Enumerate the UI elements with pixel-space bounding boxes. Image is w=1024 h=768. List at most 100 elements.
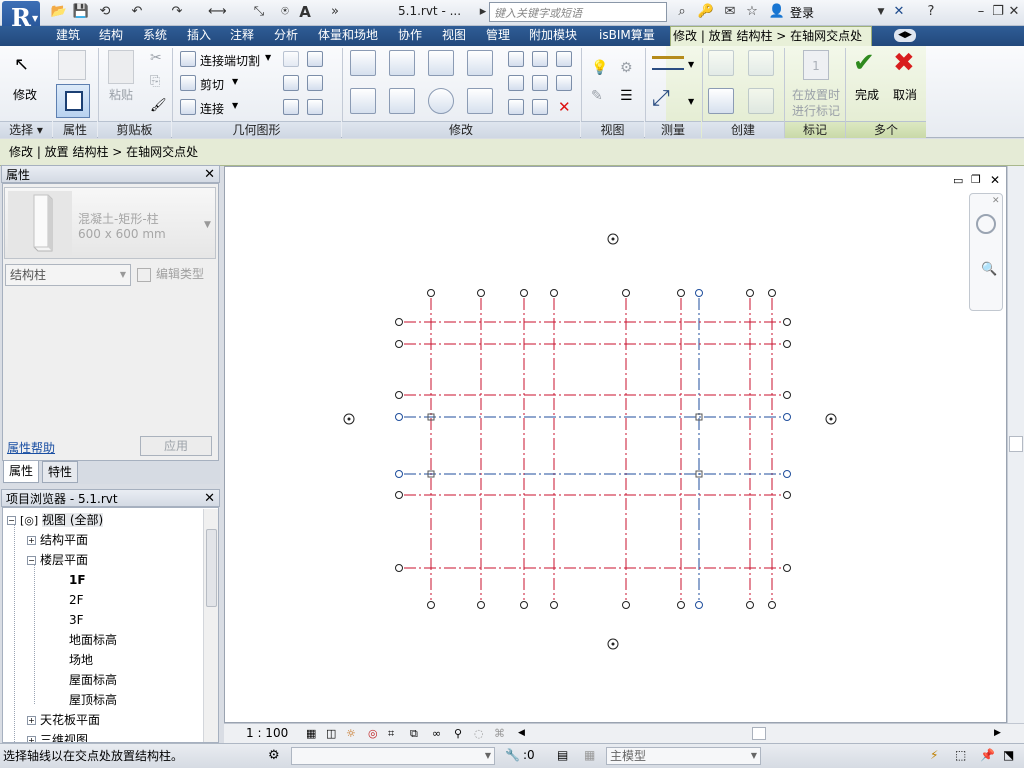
tree-item-2f[interactable]: 2F (69, 590, 84, 610)
worksets-icon[interactable]: ⚙ (268, 748, 280, 763)
navbar-close-icon[interactable]: ✕ (992, 196, 1000, 206)
collapse-icon[interactable]: − (27, 556, 36, 565)
grid-bubble[interactable] (746, 601, 754, 609)
measure-dropdown-icon[interactable]: ▼ (688, 60, 694, 69)
elevation-marker-dot[interactable] (347, 417, 351, 421)
view-close-icon[interactable]: ✕ (990, 173, 1000, 187)
create-parts-icon[interactable] (708, 88, 734, 114)
cut-button[interactable]: 剪切 (200, 76, 224, 93)
grid-bubble[interactable] (395, 491, 403, 499)
paint-icon[interactable] (307, 75, 323, 91)
tag-icon[interactable]: ⍟ (276, 3, 294, 21)
select-links-icon[interactable]: ⚡ (930, 748, 938, 762)
join-dropdown-icon[interactable]: ▼ (232, 101, 238, 110)
cope-dropdown-icon[interactable]: ▼ (265, 53, 271, 62)
shadows-icon[interactable]: ◎ (368, 724, 378, 743)
join-button[interactable]: 连接 (200, 100, 224, 117)
close-window-icon[interactable]: ✕ (1005, 3, 1023, 21)
demolish-icon[interactable] (283, 99, 299, 115)
copy-element-icon[interactable] (389, 88, 415, 114)
undo-icon[interactable]: ↶ (128, 3, 146, 21)
horizontal-scroll-thumb[interactable] (752, 727, 766, 740)
tab-modify-place-column[interactable]: 修改 | 放置 结构柱 > 在轴网交点处 (670, 26, 872, 46)
tab-collaborate[interactable]: 协作 (396, 26, 424, 46)
tree-item-floor-plans[interactable]: − 楼层平面 (27, 550, 88, 570)
cancel-button[interactable]: 取消 (893, 86, 917, 103)
select-underlay-icon[interactable]: ⬚ (955, 748, 966, 762)
tree-item-ceiling-plans[interactable]: + 天花板平面 (27, 710, 100, 730)
tab-view[interactable]: 视图 (440, 26, 468, 46)
editing-requests-icon[interactable]: 🔧 (505, 748, 520, 762)
expand-icon[interactable]: + (27, 716, 36, 725)
design-options-icon[interactable]: ▤ (557, 748, 568, 762)
tree-item-structural-plans[interactable]: + 结构平面 (27, 530, 88, 550)
unpin-icon[interactable] (556, 51, 572, 67)
pin-icon[interactable] (556, 75, 572, 91)
grid-bubble[interactable] (783, 564, 791, 572)
user-icon[interactable]: 👤 (768, 3, 786, 21)
align-icon[interactable] (350, 50, 376, 76)
grid-bubble[interactable] (395, 564, 403, 572)
copy-icon[interactable]: ⎘ (150, 74, 160, 89)
dimension-dropdown-icon[interactable]: ▼ (688, 97, 694, 106)
offset-icon[interactable] (389, 50, 415, 76)
temporary-hide-icon[interactable]: ⚲ (454, 724, 462, 743)
grid-bubble[interactable] (783, 491, 791, 499)
search-input[interactable]: 键入关键字或短语 (489, 2, 667, 22)
tree-item-roof-top-level[interactable]: 屋顶标高 (69, 690, 117, 710)
grid-bubble[interactable] (395, 318, 403, 326)
grid-bubble[interactable] (783, 413, 791, 421)
scale-icon[interactable] (532, 75, 548, 91)
grid-bubble[interactable] (783, 391, 791, 399)
tree-item-views-all[interactable]: − [◎] 视图 (全部) (7, 510, 104, 531)
measure-between-icon[interactable] (652, 56, 684, 70)
sun-path-icon[interactable]: ☼ (346, 724, 356, 743)
customize-quick-access-icon[interactable]: » (326, 3, 344, 21)
grid-bubble[interactable] (427, 601, 435, 609)
beam-join-icon[interactable] (307, 51, 323, 67)
split-face-icon[interactable] (283, 75, 299, 91)
tab-annotate[interactable]: 注释 (228, 26, 256, 46)
tab-insert[interactable]: 插入 (185, 26, 213, 46)
override-graphics-icon[interactable]: ⚙ (620, 60, 633, 76)
browser-scrollbar[interactable] (203, 509, 218, 742)
tab-addins[interactable]: 附加模块 (527, 26, 579, 46)
properties-toggle-button[interactable] (56, 84, 90, 118)
grid-bubble[interactable] (768, 289, 776, 297)
detail-level-icon[interactable]: ▦ (306, 724, 316, 743)
grid-bubble[interactable] (395, 413, 403, 421)
measure-icon[interactable]: ⟷ (208, 3, 227, 21)
cut-icon[interactable]: ✂ (150, 50, 162, 66)
expand-icon[interactable]: + (27, 536, 36, 545)
close-properties-icon[interactable]: ✕ (204, 166, 215, 184)
tree-item-3d-views[interactable]: + 三维视图 (27, 730, 88, 742)
grid-bubble[interactable] (520, 289, 528, 297)
hammer-icon[interactable] (307, 99, 323, 115)
grid-bubble[interactable] (695, 289, 703, 297)
trim-extend-icon[interactable] (467, 88, 493, 114)
active-workset-dropdown[interactable]: ▼ (291, 747, 495, 765)
tree-item-roof-level[interactable]: 屋面标高 (69, 670, 117, 690)
collapse-icon[interactable]: − (7, 516, 16, 525)
mirror-pick-axis-icon[interactable] (428, 50, 454, 76)
communication-icon[interactable]: ✉ (721, 3, 739, 21)
grid-bubble[interactable] (395, 340, 403, 348)
split-element-icon[interactable] (508, 51, 524, 67)
visual-style-icon[interactable]: ◫ (326, 724, 336, 743)
subscription-icon[interactable]: 🔑 (697, 3, 715, 21)
scroll-left-icon[interactable]: ◀ (518, 724, 525, 743)
tab-properties[interactable]: 属性 (3, 461, 40, 483)
modify-button[interactable]: 修改 (13, 86, 37, 103)
grid-bubble[interactable] (768, 601, 776, 609)
properties-help-link[interactable]: 属性帮助 (7, 439, 55, 456)
aligned-dimension-icon[interactable]: ⤢ (652, 86, 670, 111)
canvas-scroll-thumb[interactable] (1009, 436, 1023, 452)
trim-multiple-icon[interactable] (532, 99, 548, 115)
type-properties-icon[interactable] (58, 50, 86, 80)
tab-isbim[interactable]: isBIM算量 (597, 26, 657, 46)
sync-icon[interactable]: ⟲ (96, 3, 114, 21)
category-filter-dropdown[interactable]: 结构柱 ▼ (5, 264, 131, 286)
finish-button[interactable]: 完成 (855, 86, 879, 103)
grid-plan[interactable] (225, 167, 1008, 724)
grid-bubble[interactable] (783, 470, 791, 478)
